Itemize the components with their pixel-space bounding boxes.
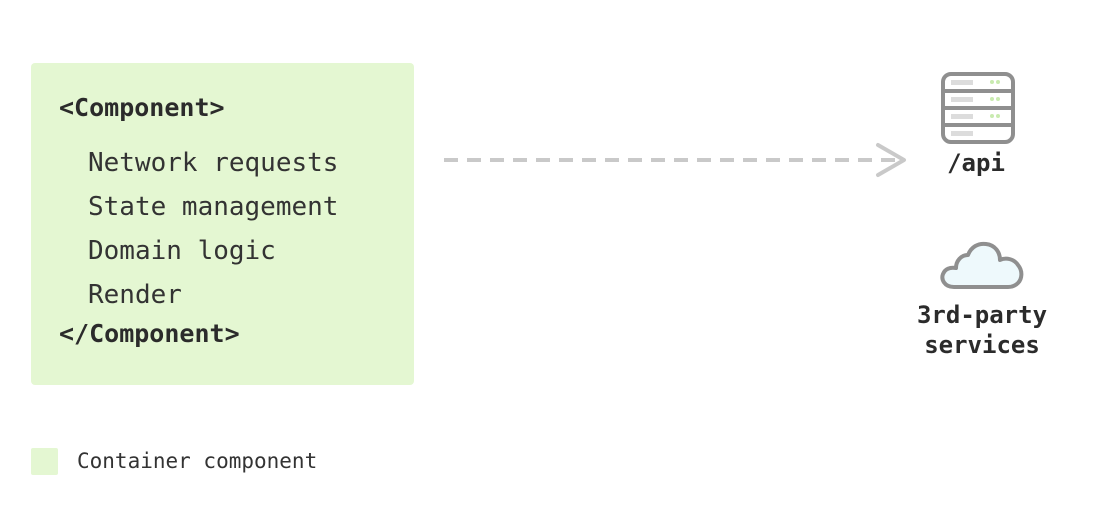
- responsibility-item: Render: [88, 280, 182, 310]
- legend-label: Container component: [77, 449, 318, 473]
- services-label-line2: services: [924, 331, 1040, 359]
- component-open-tag: <Component>: [59, 93, 225, 122]
- cloud-icon: [940, 241, 1024, 289]
- dashed-arrow: [444, 143, 906, 177]
- component-close-tag: </Component>: [59, 319, 240, 348]
- server-icon: [941, 72, 1015, 144]
- container-component-box: <Component> Network requests State manag…: [31, 63, 414, 385]
- responsibility-item: Domain logic: [88, 236, 276, 266]
- api-label: /api: [947, 149, 1005, 177]
- legend-swatch: [31, 448, 58, 475]
- legend: Container component: [31, 448, 317, 475]
- responsibility-item: Network requests: [88, 148, 339, 178]
- services-label-line1: 3rd-party: [916, 301, 1048, 329]
- responsibility-item: State management: [88, 192, 339, 222]
- responsibility-list: Network requests State management Domain…: [88, 141, 338, 317]
- services-label: 3rd-party services: [888, 300, 1076, 360]
